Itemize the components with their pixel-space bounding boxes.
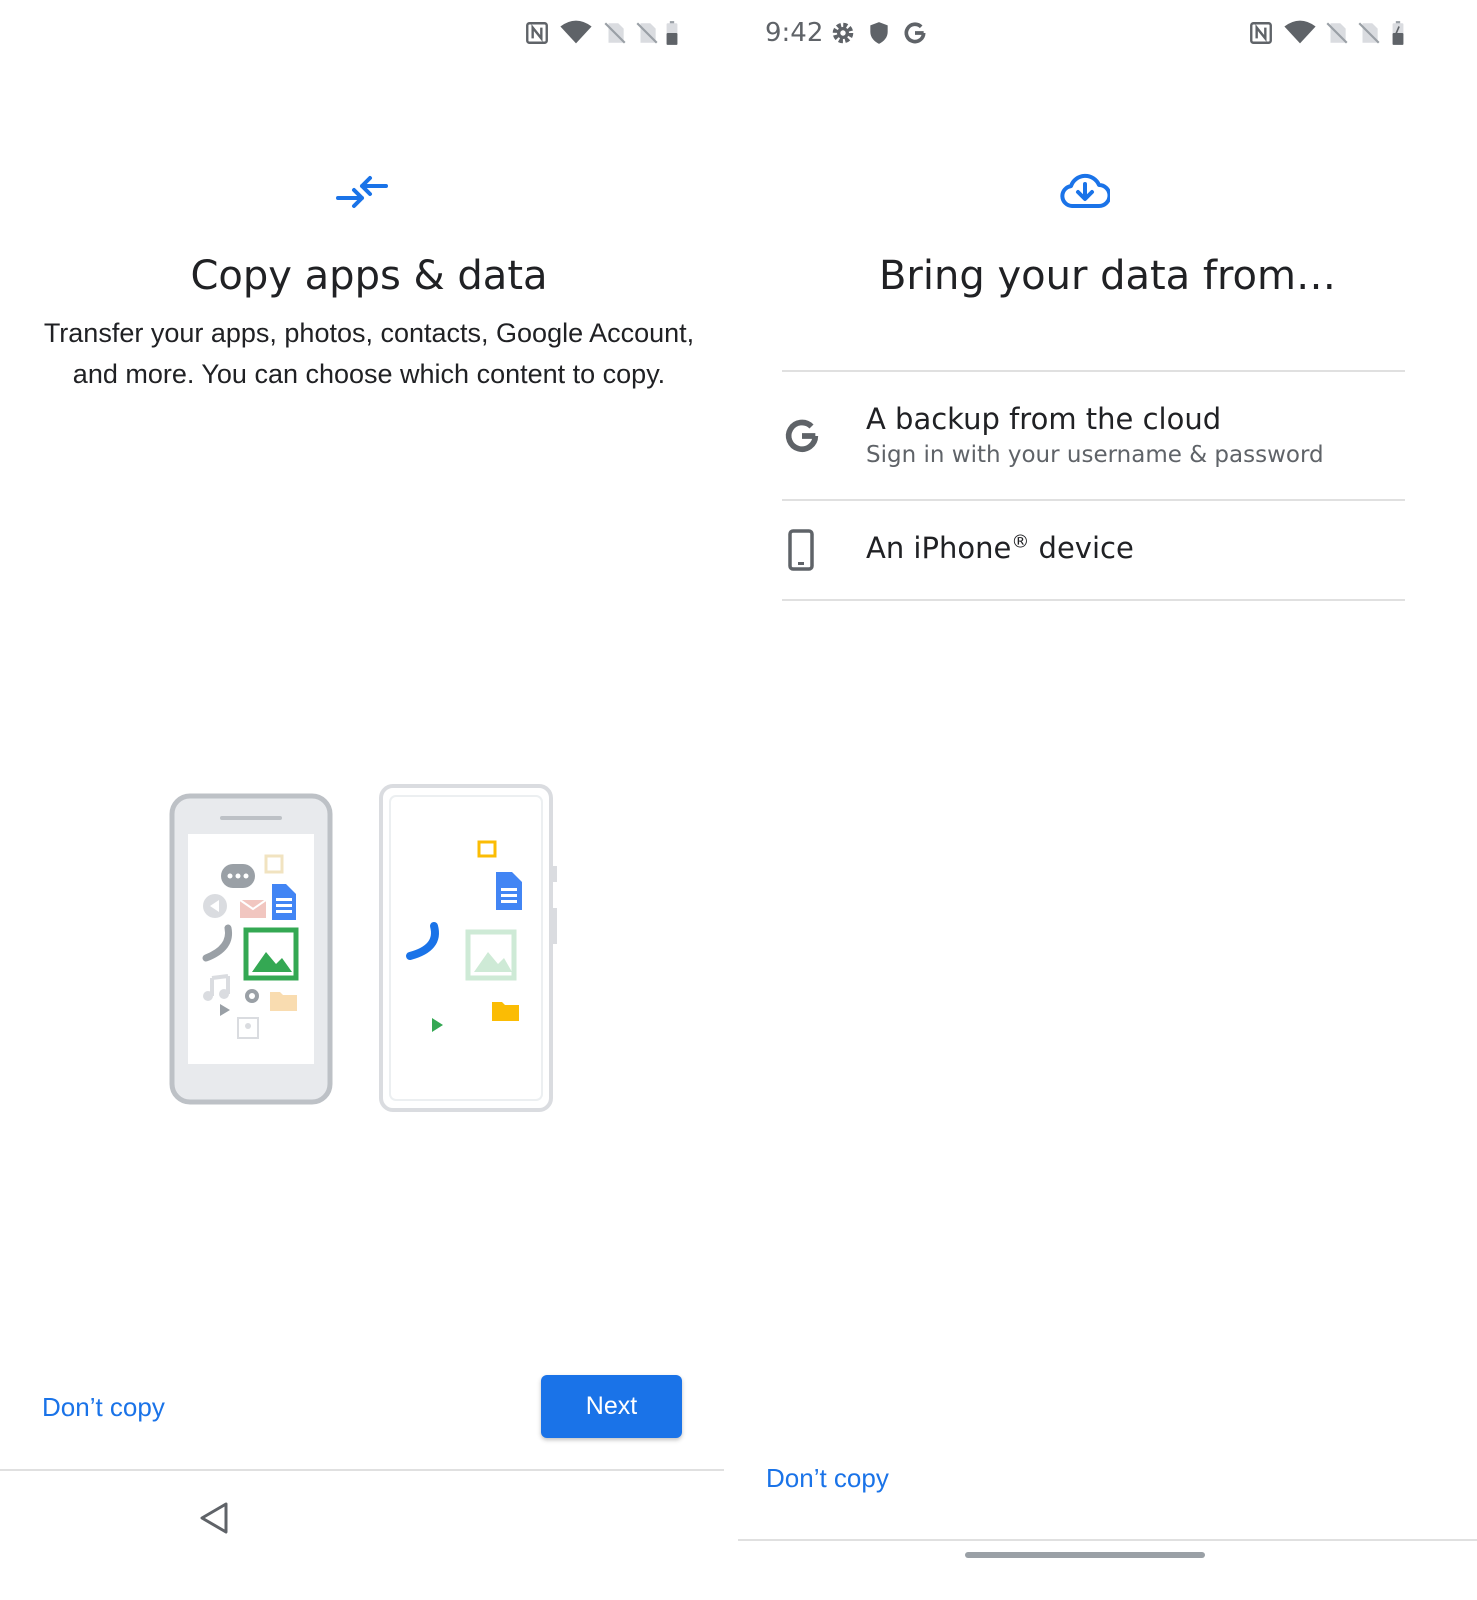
no-sim-icon bbox=[1326, 22, 1348, 44]
registered-mark: ® bbox=[1011, 531, 1030, 553]
navbar-divider bbox=[738, 1539, 1477, 1541]
page-description: Transfer your apps, photos, contacts, Go… bbox=[43, 318, 695, 389]
page-title: Copy apps & data bbox=[190, 253, 548, 299]
option-iphone[interactable]: An iPhone® device bbox=[782, 501, 1405, 599]
transfer-arrows-icon bbox=[336, 176, 388, 208]
option-cloud-title: A backup from the cloud bbox=[866, 402, 1222, 436]
battery-icon bbox=[666, 21, 678, 45]
google-g-icon bbox=[785, 419, 819, 453]
nfc-icon bbox=[1250, 22, 1272, 44]
option-iphone-title-text: An iPhone bbox=[866, 531, 1012, 565]
copy-apps-screen: Copy apps & data Transfer your apps, pho… bbox=[0, 0, 738, 1600]
option-cloud-subtitle: Sign in with your username & password bbox=[866, 442, 1324, 468]
back-triangle-icon[interactable] bbox=[198, 1500, 230, 1536]
google-g-icon bbox=[904, 22, 926, 44]
page-title: Bring your data from… bbox=[878, 253, 1336, 299]
no-sim-icon bbox=[1358, 22, 1380, 44]
bring-data-screen: 9:42 Bring your data from… A backup from… bbox=[738, 0, 1477, 1600]
status-bar: 9:42 bbox=[738, 14, 1477, 54]
navbar-divider bbox=[0, 1469, 724, 1471]
status-bar bbox=[0, 14, 738, 54]
next-button[interactable]: Next bbox=[541, 1375, 682, 1438]
phone-icon bbox=[788, 529, 814, 571]
option-iphone-title: An iPhone® device bbox=[866, 531, 1134, 565]
no-sim-icon bbox=[636, 22, 658, 44]
option-iphone-title-rest: device bbox=[1029, 531, 1134, 565]
wifi-icon bbox=[1284, 20, 1316, 44]
status-time: 9:42 bbox=[765, 18, 824, 48]
options-divider-bottom bbox=[782, 599, 1405, 601]
settings-gear-icon bbox=[832, 22, 854, 44]
cloud-download-icon bbox=[1060, 173, 1110, 208]
no-sim-icon bbox=[604, 22, 626, 44]
battery-charging-icon bbox=[1392, 21, 1404, 45]
dont-copy-button[interactable]: Don’t copy bbox=[766, 1463, 889, 1494]
dont-copy-button[interactable]: Don’t copy bbox=[42, 1392, 165, 1423]
option-cloud-backup[interactable]: A backup from the cloud Sign in with you… bbox=[782, 372, 1405, 499]
phones-transfer-illustration bbox=[169, 784, 557, 1112]
shield-icon bbox=[870, 22, 888, 44]
wifi-icon bbox=[560, 20, 592, 44]
nfc-icon bbox=[526, 22, 548, 44]
home-pill[interactable] bbox=[965, 1552, 1205, 1558]
